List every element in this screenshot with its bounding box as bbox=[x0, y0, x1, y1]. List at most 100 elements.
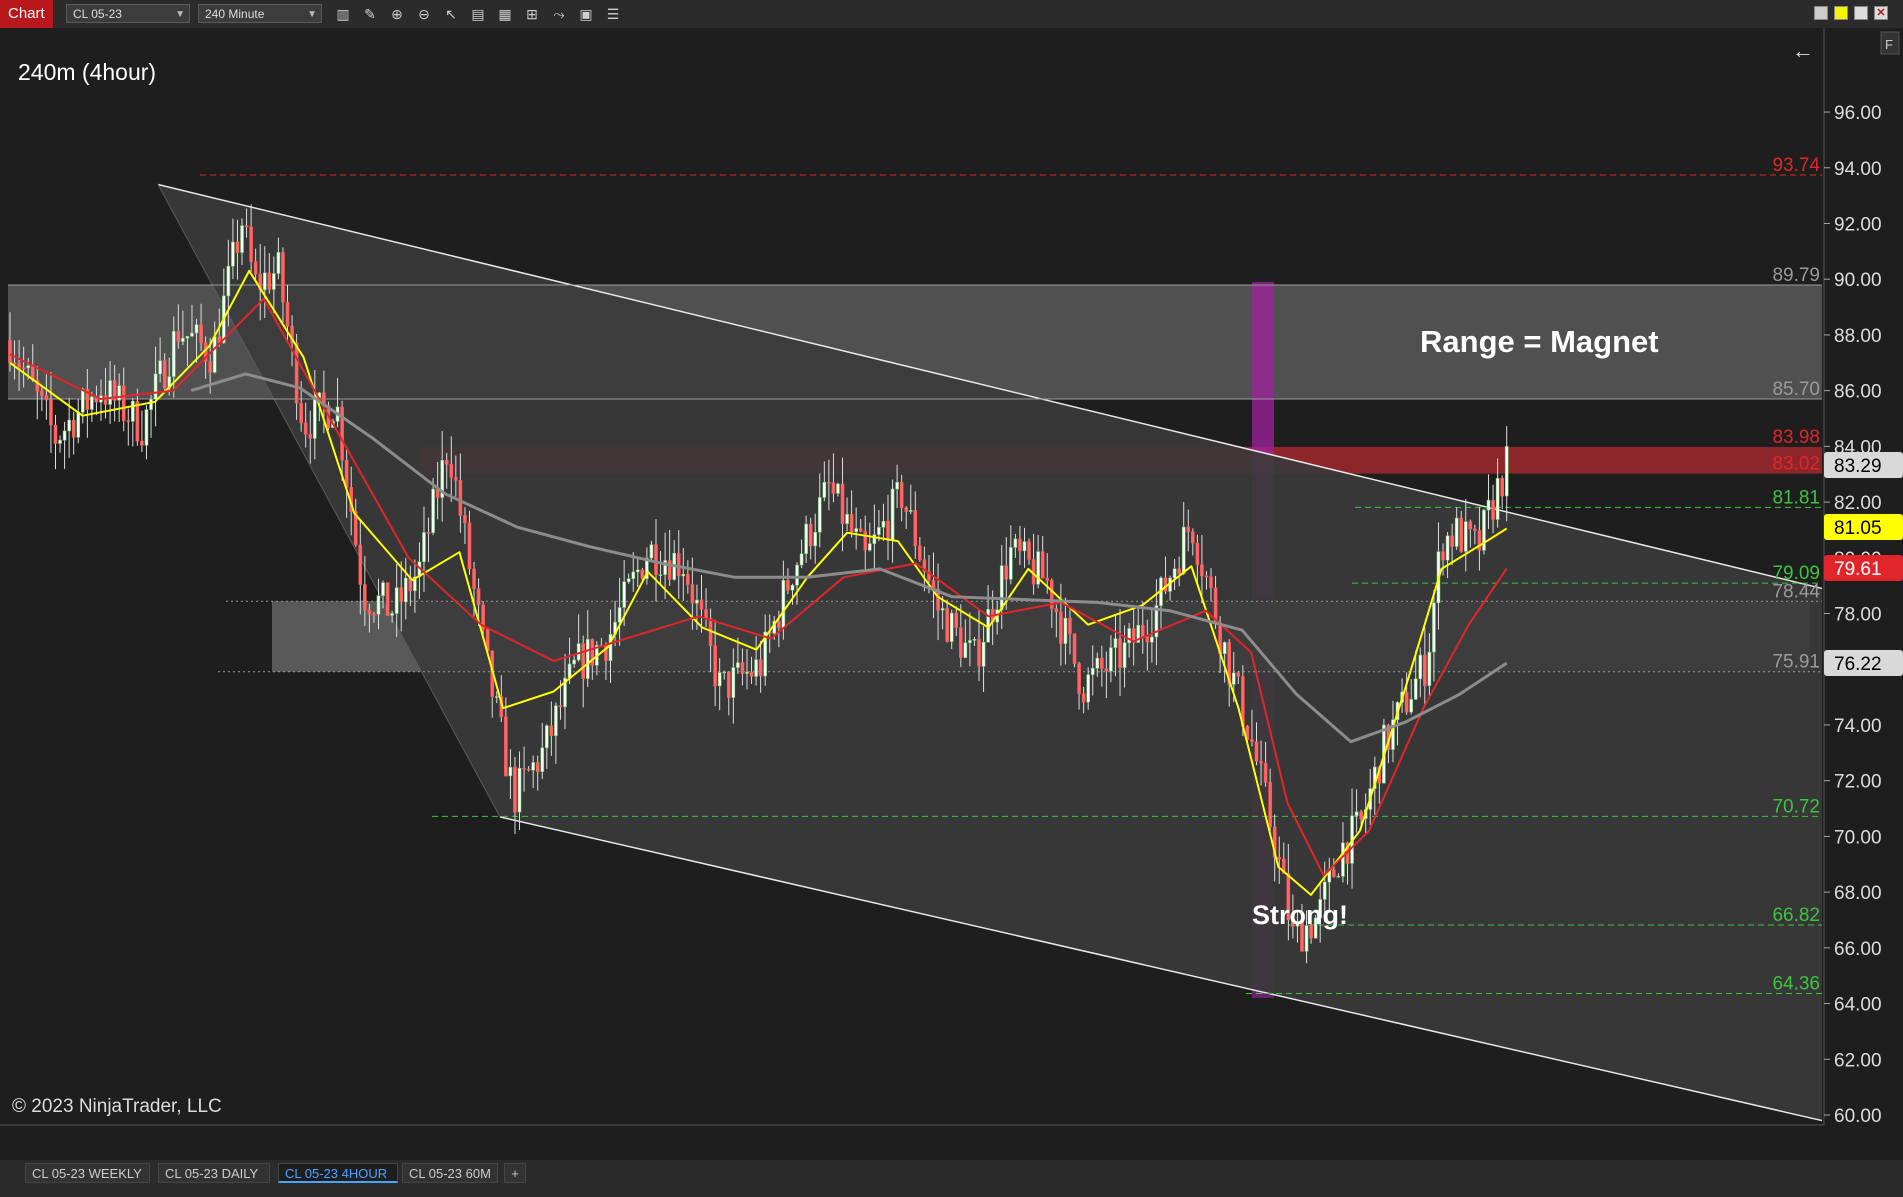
candle-body bbox=[840, 483, 845, 524]
zoom-out-icon[interactable]: ⊖ bbox=[414, 4, 434, 24]
zoom-in-icon[interactable]: ⊕ bbox=[387, 4, 407, 24]
candle-body bbox=[740, 662, 745, 674]
candle-body bbox=[704, 609, 708, 619]
candle-body bbox=[208, 361, 212, 373]
candle-body bbox=[285, 301, 290, 327]
strategy-icon[interactable]: ⤳ bbox=[549, 4, 569, 24]
chart-window-label[interactable]: Chart bbox=[0, 0, 53, 28]
bar-type-icon[interactable]: ▥ bbox=[333, 4, 353, 24]
candle-body bbox=[831, 482, 836, 494]
instrument-value: CL 05-23 bbox=[73, 7, 122, 21]
candle-body bbox=[758, 659, 763, 677]
add-tab-button[interactable]: + bbox=[504, 1163, 526, 1183]
candle-body bbox=[963, 642, 968, 658]
tab-4hour[interactable]: CL 05-23 4HOUR bbox=[278, 1163, 398, 1183]
candle-body bbox=[1332, 869, 1336, 878]
price-tick-label: 72.00 bbox=[1834, 772, 1882, 793]
candle-body bbox=[918, 545, 922, 561]
price-tick-label: 78.00 bbox=[1834, 605, 1882, 626]
close-icon[interactable]: ✕ bbox=[1874, 6, 1888, 20]
candle-body bbox=[1231, 672, 1236, 685]
candle-body bbox=[153, 373, 158, 400]
price-chart[interactable]: 93.7489.7985.7083.9883.0281.8179.0978.44… bbox=[0, 28, 1903, 1128]
candle-body bbox=[131, 400, 135, 422]
price-tick-label: 62.00 bbox=[1834, 1050, 1882, 1071]
candle-body bbox=[17, 362, 21, 368]
candle-body bbox=[676, 552, 681, 577]
candle-body bbox=[517, 767, 522, 813]
candle-body bbox=[1122, 642, 1127, 668]
candle-body bbox=[576, 643, 581, 661]
candle-body bbox=[686, 573, 690, 585]
candle-body bbox=[858, 528, 863, 532]
price-marker-label: 83.29 bbox=[1834, 456, 1882, 477]
maximize-icon[interactable] bbox=[1854, 6, 1868, 20]
candle-body bbox=[513, 766, 517, 813]
candle-body bbox=[713, 645, 717, 687]
candle-body bbox=[1209, 576, 1213, 589]
price-tick-label: 86.00 bbox=[1834, 382, 1882, 403]
candle-body bbox=[108, 380, 112, 405]
candle-body bbox=[1145, 636, 1150, 643]
instrument-selector[interactable]: CL 05-23 ▼ bbox=[66, 4, 190, 23]
candle-body bbox=[1013, 538, 1018, 548]
template-icon[interactable]: ⊞ bbox=[522, 4, 542, 24]
scroll-left-arrow-icon[interactable]: ← bbox=[1792, 38, 1814, 63]
candle-body bbox=[226, 265, 231, 297]
candle-body bbox=[1068, 617, 1072, 634]
candle-body bbox=[1140, 624, 1145, 637]
candle-body bbox=[1086, 674, 1090, 703]
candle-body bbox=[1473, 528, 1477, 531]
candle-body bbox=[26, 365, 30, 369]
properties-icon[interactable]: ▦ bbox=[495, 4, 515, 24]
candle-body bbox=[272, 273, 276, 290]
candle-body bbox=[1341, 842, 1345, 877]
candle-body bbox=[1259, 761, 1263, 764]
candle-body bbox=[176, 331, 181, 342]
minimize-icon[interactable] bbox=[1814, 6, 1828, 20]
candle-body bbox=[190, 332, 194, 337]
candle-body bbox=[545, 725, 549, 749]
interval-selector[interactable]: 240 Minute ▼ bbox=[198, 4, 322, 23]
candle-body bbox=[913, 510, 918, 547]
candle-body bbox=[817, 497, 822, 533]
candle-body bbox=[463, 515, 467, 524]
candle-body bbox=[1222, 642, 1227, 655]
price-tick-label: 90.00 bbox=[1834, 270, 1882, 291]
candle-body bbox=[508, 766, 513, 777]
indicator-icon[interactable]: ▣ bbox=[576, 4, 596, 24]
candle-body bbox=[144, 409, 149, 446]
candle-body bbox=[1081, 693, 1086, 703]
candle-body bbox=[1500, 477, 1504, 497]
candle-body bbox=[126, 420, 131, 422]
cursor-icon[interactable]: ↖ bbox=[441, 4, 461, 24]
candle-body bbox=[303, 422, 308, 435]
candle-body bbox=[1409, 699, 1413, 713]
tab-weekly[interactable]: CL 05-23 WEEKLY bbox=[25, 1163, 150, 1183]
candle-body bbox=[313, 397, 317, 439]
candle-body bbox=[376, 595, 381, 615]
data-box-icon[interactable]: ▤ bbox=[468, 4, 488, 24]
price-tick-label: 66.00 bbox=[1834, 939, 1882, 960]
price-tick-label: 88.00 bbox=[1834, 326, 1882, 347]
candle-body bbox=[754, 659, 758, 677]
candle-body bbox=[890, 488, 895, 541]
tab-60m[interactable]: CL 05-23 60M bbox=[402, 1163, 498, 1183]
candle-body bbox=[1459, 517, 1464, 552]
restore-icon[interactable] bbox=[1834, 6, 1848, 20]
candle-body bbox=[904, 507, 909, 512]
candle-body bbox=[1009, 547, 1013, 580]
draw-pencil-icon[interactable]: ✎ bbox=[360, 4, 380, 24]
level-label: 78.44 bbox=[1772, 581, 1820, 602]
candle-body bbox=[999, 565, 1004, 610]
more-icon[interactable]: ☰ bbox=[603, 4, 623, 24]
candle-body bbox=[631, 571, 636, 580]
candle-body bbox=[886, 520, 890, 541]
candle-body bbox=[567, 663, 572, 679]
candle-body bbox=[244, 225, 249, 228]
candle-body bbox=[1423, 654, 1427, 686]
candle-body bbox=[540, 747, 545, 772]
candle-body bbox=[1163, 577, 1168, 592]
candle-body bbox=[786, 580, 790, 591]
tab-daily[interactable]: CL 05-23 DAILY bbox=[158, 1163, 270, 1183]
